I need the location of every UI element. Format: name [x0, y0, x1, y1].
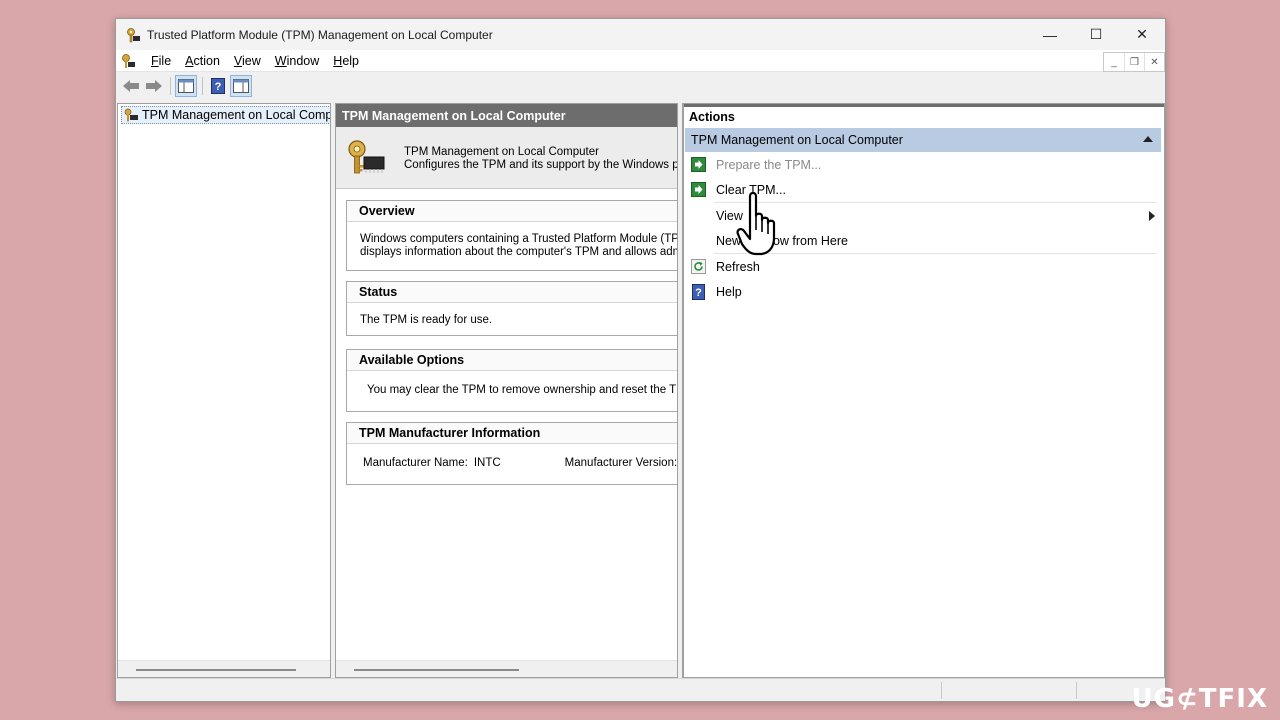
overview-line: Windows computers containing a Trusted P…	[360, 233, 678, 245]
mdi-close-button[interactable]: ✕	[1144, 53, 1164, 71]
menu-window-accel: W	[274, 53, 287, 68]
tpm-key-icon[interactable]	[119, 52, 137, 70]
actions-group-label: TPM Management on Local Computer	[691, 133, 903, 147]
mdi-minimize-button[interactable]: _	[1104, 53, 1124, 71]
overview-section: Overview Windows computers containing a …	[346, 200, 678, 271]
action-label: Prepare the TPM...	[716, 157, 822, 172]
actions-group-header[interactable]: TPM Management on Local Computer	[685, 128, 1161, 152]
manufacturer-section: TPM Manufacturer Information Manufacture…	[346, 422, 678, 485]
tpm-key-icon	[122, 107, 140, 123]
tpm-key-icon	[125, 27, 141, 43]
hand-pointer-cursor-icon	[736, 191, 776, 256]
overview-line: displays information about the computer'…	[360, 246, 678, 258]
console-tree-pane: TPM Management on Local Comp	[117, 103, 331, 678]
status-heading: Status	[347, 282, 677, 303]
back-button[interactable]	[120, 75, 142, 97]
tree-horizontal-scrollbar[interactable]	[118, 660, 330, 677]
toolbar: ?	[116, 73, 1165, 99]
mdi-controls: _ ❐ ✕	[1103, 52, 1165, 72]
svg-text:?: ?	[695, 287, 702, 299]
watermark-logo: UG⊄TFIX	[1131, 684, 1268, 714]
overview-heading: Overview	[347, 201, 677, 222]
available-options-heading: Available Options	[347, 350, 677, 371]
results-pane: TPM Management on Local Computer TPM Man…	[335, 103, 678, 678]
menu-view-accel: V	[233, 53, 243, 68]
window-title: Trusted Platform Module (TPM) Management…	[147, 27, 493, 42]
description-text: Configures the TPM and its support by th…	[404, 159, 678, 171]
toolbar-separator	[170, 77, 171, 95]
minimize-button[interactable]: —	[1027, 19, 1073, 50]
blank-icon	[690, 208, 706, 224]
overview-body: Windows computers containing a Trusted P…	[347, 222, 678, 258]
available-options-text: You may clear the TPM to remove ownershi…	[367, 384, 678, 396]
forward-arrow-icon	[146, 80, 162, 92]
menu-help-accel: H	[333, 53, 343, 68]
show-hide-console-tree-button[interactable]	[175, 75, 197, 97]
status-bar	[116, 678, 1165, 701]
snapin-description: TPM Management on Local Computer Configu…	[336, 127, 677, 189]
forward-button[interactable]	[143, 75, 165, 97]
status-text: The TPM is ready for use.	[360, 314, 493, 326]
manufacturer-name-label: Manufacturer Name:	[363, 457, 468, 469]
action-pane-icon	[233, 79, 249, 93]
menu-file-label: ile	[158, 53, 172, 68]
title-bar[interactable]: Trusted Platform Module (TPM) Management…	[116, 19, 1165, 50]
maximize-button[interactable]: ☐	[1073, 19, 1119, 50]
action-label: Help	[716, 284, 742, 299]
menu-view-label: iew	[242, 53, 261, 68]
status-bar-segment	[941, 682, 1076, 699]
menu-action[interactable]: Action	[185, 54, 220, 68]
toolbar-separator	[202, 77, 203, 95]
scrollbar-thumb[interactable]	[354, 669, 519, 671]
green-arrow-icon	[690, 182, 706, 198]
manufacturer-name-value: INTC	[473, 457, 501, 469]
close-button[interactable]: ✕	[1119, 19, 1165, 50]
menu-file-accel: F	[151, 53, 159, 68]
show-hide-action-pane-button[interactable]	[230, 75, 252, 97]
svg-text:?: ?	[215, 81, 222, 93]
menu-action-label: ction	[193, 53, 220, 68]
green-arrow-icon	[690, 157, 706, 173]
action-prepare-tpm[interactable]: Prepare the TPM...	[684, 152, 1159, 177]
menu-help[interactable]: Help	[333, 54, 359, 68]
tree-item-tpm-management[interactable]: TPM Management on Local Comp	[121, 106, 331, 124]
help-book-icon: ?	[211, 78, 225, 94]
mdi-restore-button[interactable]: ❐	[1124, 53, 1144, 71]
tree-item-label: TPM Management on Local Comp	[142, 108, 331, 122]
menu-action-accel: A	[185, 53, 194, 68]
tpm-key-icon	[348, 140, 385, 174]
help-icon: ?	[690, 283, 706, 300]
blank-icon	[690, 233, 706, 249]
manufacturer-version-label: Manufacturer Version:	[564, 457, 678, 469]
menu-window[interactable]: Window	[275, 54, 319, 68]
status-section: Status The TPM is ready for use.	[346, 281, 677, 336]
mmc-window: Trusted Platform Module (TPM) Management…	[115, 18, 1166, 702]
help-toolbar-button[interactable]: ?	[207, 75, 229, 97]
results-horizontal-scrollbar[interactable]	[336, 660, 677, 677]
back-arrow-icon	[123, 80, 139, 92]
menu-bar: File Action View Window Help _ ❐ ✕	[116, 50, 1165, 72]
submenu-arrow-icon	[1149, 211, 1155, 221]
scrollbar-thumb[interactable]	[136, 669, 296, 671]
results-pane-header: TPM Management on Local Computer	[336, 104, 677, 127]
manufacturer-body: Manufacturer Name: INTC Manufacturer Ver…	[347, 444, 678, 469]
action-help[interactable]: ? Help	[684, 279, 1159, 304]
menu-file[interactable]: File	[151, 54, 171, 68]
action-label: Refresh	[716, 259, 760, 274]
collapse-icon[interactable]	[1143, 136, 1153, 142]
refresh-icon	[690, 259, 706, 275]
available-options-section: Available Options You may clear the TPM …	[346, 349, 678, 412]
menu-view[interactable]: View	[234, 54, 261, 68]
manufacturer-heading: TPM Manufacturer Information	[347, 423, 677, 444]
console-tree-icon	[178, 79, 194, 93]
actions-title: Actions	[684, 104, 1164, 126]
menu-help-label: elp	[342, 53, 359, 68]
description-title: TPM Management on Local Computer	[404, 146, 599, 158]
menu-window-label: indow	[286, 53, 320, 68]
